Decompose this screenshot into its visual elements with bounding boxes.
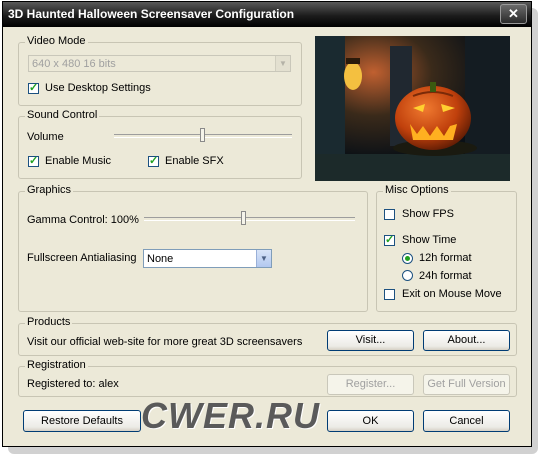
antialiasing-label: Fullscreen Antialiasing — [27, 252, 137, 264]
antialiasing-select[interactable]: None ▼ — [143, 249, 272, 268]
close-button[interactable]: ✕ — [500, 4, 527, 24]
products-legend: Products — [25, 316, 73, 328]
misc-options-legend: Misc Options — [383, 184, 451, 196]
video-mode-legend: Video Mode — [25, 35, 88, 47]
show-time-label: Show Time — [402, 234, 457, 246]
products-text: Visit our official web-site for more gre… — [27, 336, 303, 348]
get-full-version-button[interactable]: Get Full Version — [423, 374, 510, 395]
watermark-logo: CWER.RU — [141, 395, 320, 436]
format-12h-label: 12h format — [419, 252, 472, 264]
registration-text: Registered to: alex — [27, 378, 119, 390]
visit-button[interactable]: Visit... — [327, 330, 414, 351]
enable-sfx-checkbox[interactable] — [148, 154, 159, 167]
enable-music-label: Enable Music — [45, 155, 112, 167]
registration-legend: Registration — [25, 359, 88, 371]
window-title: 3D Haunted Halloween Screensaver Configu… — [8, 7, 295, 21]
resolution-select[interactable]: 640 x 480 16 bits ▼ — [28, 55, 291, 72]
resolution-value: 640 x 480 16 bits — [32, 58, 116, 70]
use-desktop-label: Use Desktop Settings — [45, 82, 151, 94]
format-12h-radio[interactable] — [402, 253, 413, 264]
title-bar[interactable]: 3D Haunted Halloween Screensaver Configu… — [3, 2, 531, 27]
show-time-checkbox[interactable] — [384, 233, 395, 246]
screensaver-preview-image — [315, 36, 510, 181]
antialiasing-value: None — [147, 253, 174, 265]
chevron-down-icon: ▼ — [275, 56, 290, 71]
pumpkin-scene-icon — [315, 36, 510, 181]
register-button[interactable]: Register... — [327, 374, 414, 395]
volume-label: Volume — [27, 131, 64, 143]
format-24h-radio[interactable] — [402, 270, 413, 281]
sound-control-group: Sound Control — [18, 109, 302, 179]
ok-button[interactable]: OK — [327, 410, 414, 432]
gamma-slider-track[interactable] — [144, 217, 355, 221]
sound-control-legend: Sound Control — [25, 109, 100, 121]
format-24h-label: 24h format — [419, 270, 472, 282]
gamma-slider-thumb[interactable] — [241, 211, 246, 225]
about-button[interactable]: About... — [423, 330, 510, 351]
enable-sfx-label: Enable SFX — [165, 155, 224, 167]
restore-defaults-button[interactable]: Restore Defaults — [23, 410, 141, 432]
exit-on-mouse-label: Exit on Mouse Move — [402, 288, 502, 300]
video-mode-group: Video Mode — [18, 35, 302, 106]
graphics-legend: Graphics — [25, 184, 74, 196]
gamma-label: Gamma Control: 100% — [27, 214, 139, 226]
config-dialog: 3D Haunted Halloween Screensaver Configu… — [2, 1, 532, 447]
chevron-down-icon: ▼ — [256, 250, 271, 267]
show-fps-label: Show FPS — [402, 208, 454, 220]
cancel-button[interactable]: Cancel — [423, 410, 510, 432]
close-icon: ✕ — [508, 6, 519, 21]
enable-music-checkbox[interactable] — [28, 154, 39, 167]
show-fps-checkbox[interactable] — [384, 209, 395, 220]
use-desktop-checkbox[interactable] — [28, 81, 39, 94]
exit-on-mouse-checkbox[interactable] — [384, 289, 395, 300]
volume-slider-thumb[interactable] — [200, 128, 205, 142]
